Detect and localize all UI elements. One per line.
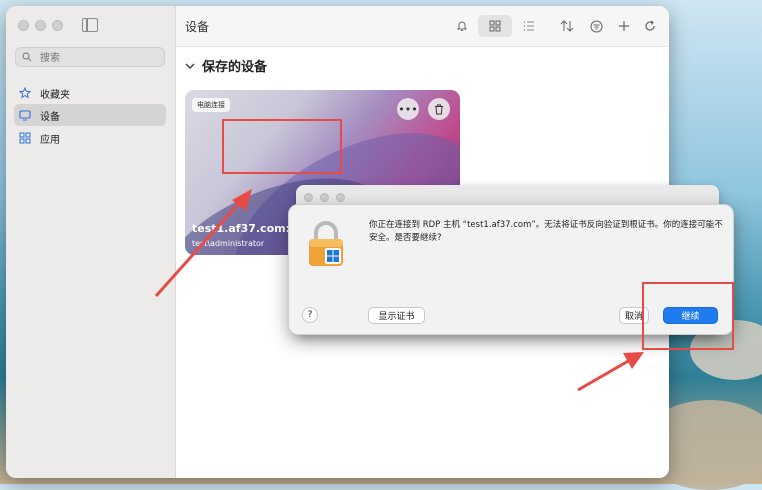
search-icon <box>22 52 32 62</box>
add-icon[interactable] <box>613 15 635 37</box>
search-input[interactable] <box>38 49 162 67</box>
minimize-window-button[interactable] <box>35 20 46 31</box>
section-title: 保存的设备 <box>202 60 268 75</box>
sidebar-toggle-icon[interactable] <box>82 18 98 32</box>
zoom-window-button[interactable] <box>336 193 345 202</box>
annotation-highlight-box <box>642 282 734 350</box>
section-header-saved-devices[interactable]: 保存的设备 <box>185 56 267 75</box>
page-title: 设备 <box>185 20 210 34</box>
sort-icon[interactable] <box>556 15 578 37</box>
search-field[interactable] <box>15 47 165 67</box>
device-username: test\administrator <box>192 239 265 248</box>
help-button[interactable]: ? <box>302 307 318 323</box>
chevron-down-icon <box>185 62 195 69</box>
sidebar-item-favorites[interactable]: 收藏夹 <box>14 82 166 104</box>
grid-view-icon[interactable] <box>484 15 506 37</box>
sidebar-item-label: 应用 <box>40 134 60 146</box>
sidebar: 收藏夹 设备 应用 <box>6 6 176 478</box>
sidebar-item-apps[interactable]: 应用 <box>14 127 166 149</box>
star-icon <box>18 86 32 100</box>
list-view-icon[interactable] <box>518 15 540 37</box>
monitor-icon <box>18 108 32 122</box>
apps-grid-icon <box>18 131 32 145</box>
close-window-button[interactable] <box>304 193 313 202</box>
dialog-message: 你正在连接到 RDP 主机 “test1.af37.com”。无法将证书反向验证… <box>369 220 723 243</box>
minimize-window-button[interactable] <box>320 193 329 202</box>
toolbar: 设备 <box>176 6 669 47</box>
annotation-highlight-box <box>222 119 342 174</box>
bell-icon[interactable] <box>451 15 473 37</box>
sidebar-item-label: 设备 <box>40 111 60 123</box>
zoom-window-button[interactable] <box>52 20 63 31</box>
connection-badge: 电脑连接 <box>192 98 230 112</box>
more-icon[interactable]: ••• <box>397 98 419 120</box>
show-certificate-button[interactable]: 显示证书 <box>368 307 425 324</box>
sidebar-item-label: 收藏夹 <box>40 89 70 101</box>
lock-windows-icon <box>309 221 343 266</box>
trash-icon[interactable] <box>428 98 450 120</box>
refresh-icon[interactable] <box>639 15 661 37</box>
sidebar-item-devices[interactable]: 设备 <box>14 104 166 126</box>
filter-icon[interactable] <box>585 15 607 37</box>
close-window-button[interactable] <box>18 20 29 31</box>
